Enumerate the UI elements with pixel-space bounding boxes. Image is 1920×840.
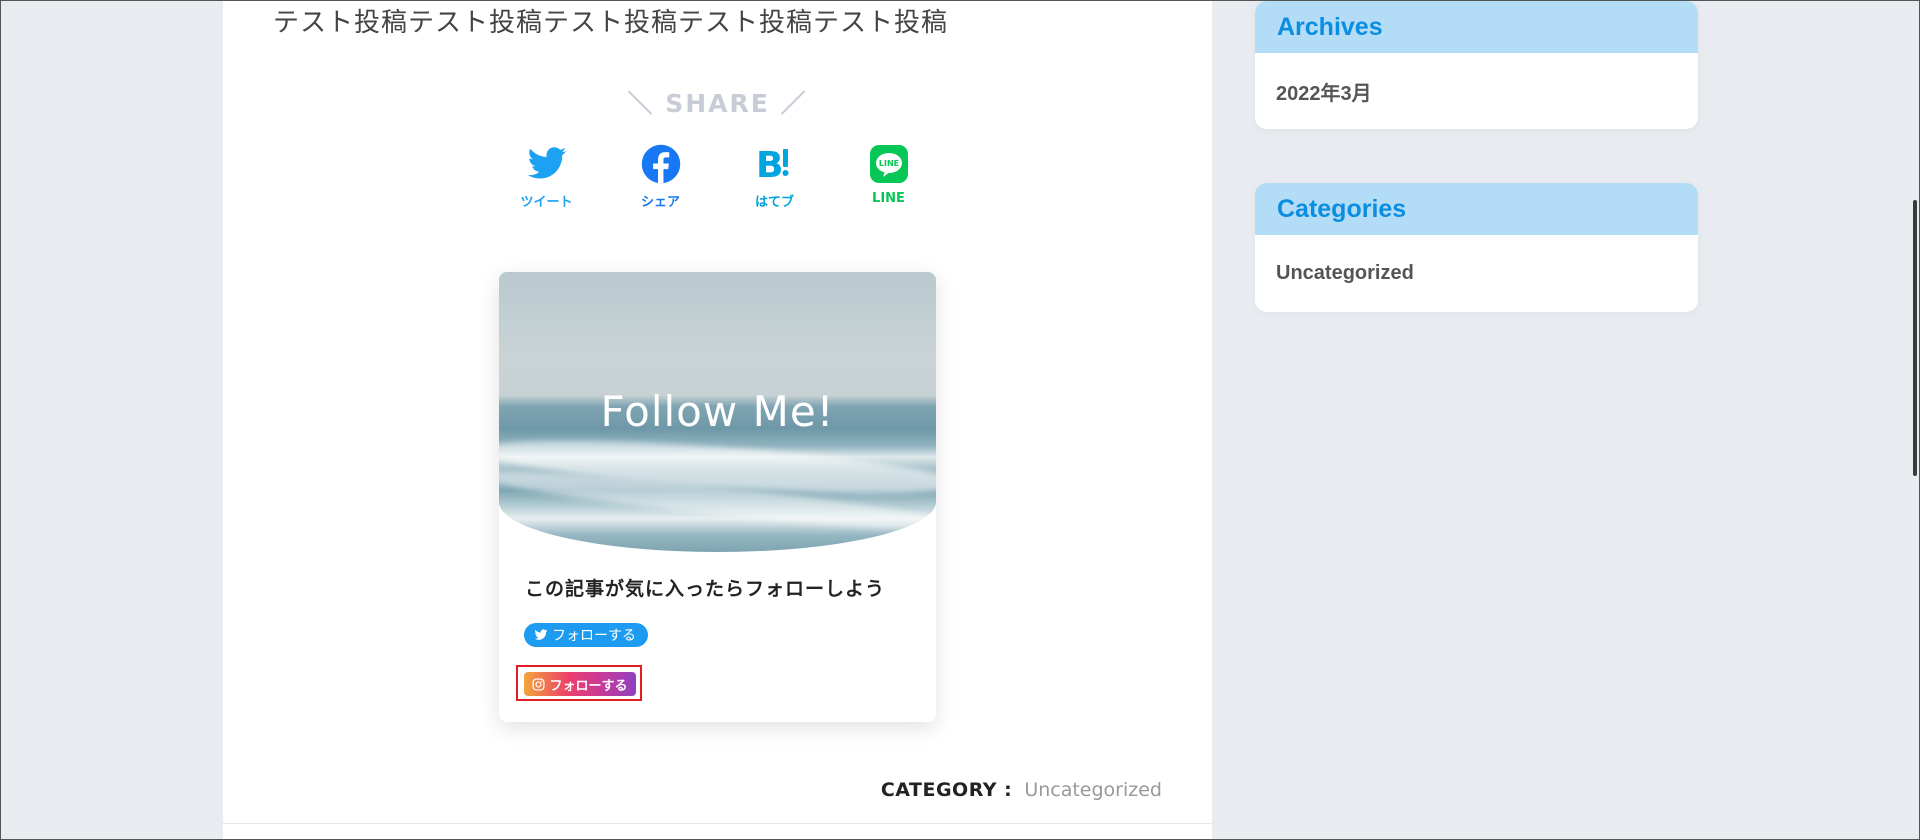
share-facebook-button[interactable]: シェア: [632, 143, 690, 210]
hatena-bookmark-icon: B: [756, 145, 788, 185]
follow-hero-image: Follow Me!: [499, 272, 936, 552]
categories-widget-title: Categories: [1255, 183, 1698, 235]
archives-widget-title: Archives: [1255, 1, 1698, 53]
category-link[interactable]: Uncategorized: [1024, 779, 1162, 801]
follow-me-card: Follow Me! この記事が気に入ったらフォローしよう フォローする フォロ…: [499, 272, 936, 722]
categories-list: Uncategorized: [1255, 235, 1698, 312]
scrollbar[interactable]: [1913, 0, 1919, 840]
share-line-button[interactable]: LINE LINE: [860, 143, 918, 210]
category-item[interactable]: Uncategorized: [1276, 262, 1414, 285]
main-content: テスト投稿テスト投稿テスト投稿テスト投稿テスト投稿 ＼ SHARE ／ ツイート…: [223, 0, 1212, 840]
post-category: CATEGORY : Uncategorized: [881, 779, 1162, 801]
share-heading: ＼ SHARE ／: [627, 89, 808, 118]
category-label: CATEGORY :: [880, 779, 1013, 801]
twitter-follow-button[interactable]: フォローする: [524, 623, 648, 647]
share-twitter-label: ツイート: [520, 195, 573, 210]
divider: [223, 823, 1212, 824]
instagram-follow-button[interactable]: フォローする: [524, 672, 636, 696]
article-body-text: テスト投稿テスト投稿テスト投稿テスト投稿テスト投稿: [273, 8, 949, 38]
share-hatena-button[interactable]: B はてブ: [746, 143, 804, 210]
share-line-label: LINE: [872, 191, 905, 206]
share-buttons: ツイート シェア B はてブ LINE LINE: [223, 143, 1212, 210]
line-icon: LINE: [869, 145, 908, 183]
instagram-follow-highlight: フォローする: [516, 665, 642, 701]
share-hatena-label: はてブ: [754, 195, 794, 210]
svg-text:B: B: [756, 145, 783, 185]
archives-widget: Archives 2022年3月: [1255, 1, 1698, 129]
follow-title: Follow Me!: [600, 387, 835, 436]
instagram-icon: [532, 677, 545, 691]
scrollbar-thumb[interactable]: [1913, 200, 1917, 476]
facebook-icon: [641, 144, 680, 184]
follow-message: この記事が気に入ったらフォローしよう: [525, 578, 886, 600]
twitter-icon: [534, 629, 548, 640]
archives-list: 2022年3月: [1255, 53, 1698, 129]
instagram-follow-label: フォローする: [549, 678, 628, 694]
archive-item[interactable]: 2022年3月: [1276, 77, 1372, 106]
twitter-follow-label: フォローする: [552, 628, 636, 644]
share-twitter-button[interactable]: ツイート: [518, 143, 576, 210]
share-facebook-label: シェア: [640, 195, 680, 210]
twitter-icon: [527, 147, 566, 179]
categories-widget: Categories Uncategorized: [1255, 183, 1698, 312]
svg-text:LINE: LINE: [878, 159, 898, 168]
